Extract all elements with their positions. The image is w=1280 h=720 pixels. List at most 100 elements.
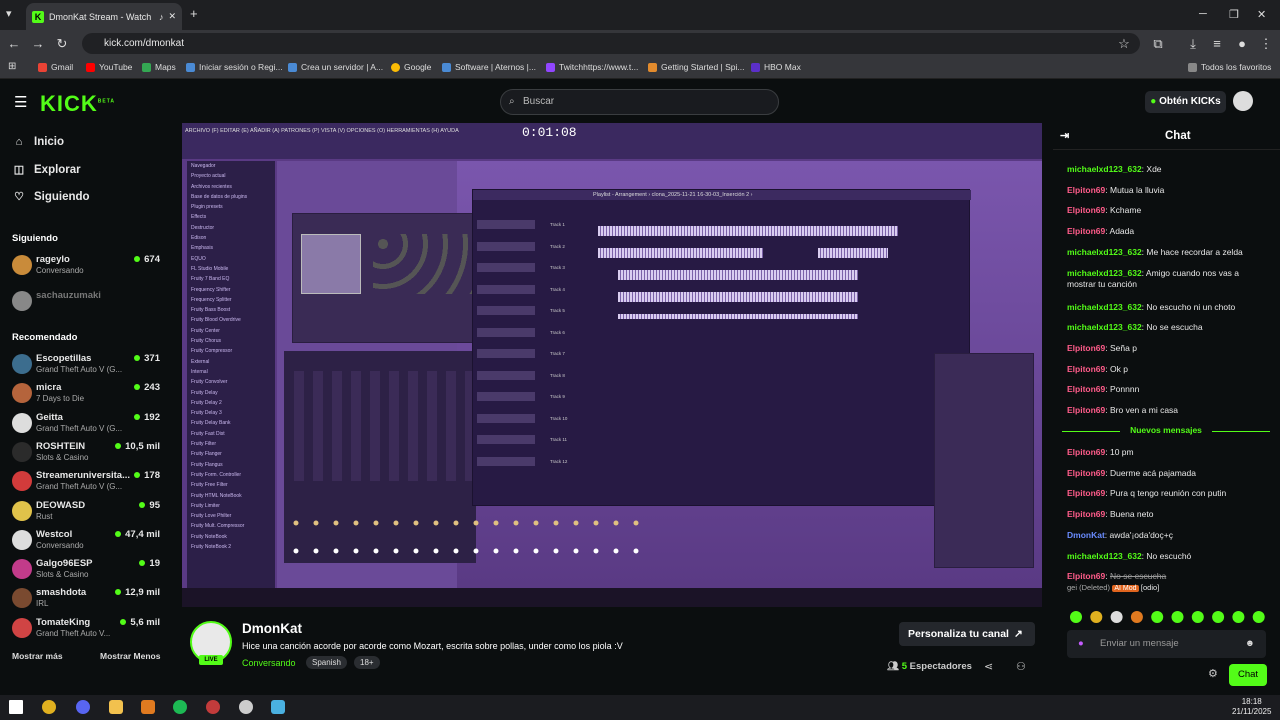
bookmark-hbo[interactable]: HBO Max xyxy=(751,62,801,72)
download-icon[interactable]: ⤓ xyxy=(1181,36,1205,52)
chat-username[interactable]: Elpiton69 xyxy=(1067,364,1105,374)
obs-icon[interactable] xyxy=(206,700,220,714)
step-dot xyxy=(433,520,439,526)
get-kicks-button[interactable]: ● Obtén KICKs xyxy=(1145,91,1226,113)
kick-logo[interactable]: KICKBETA xyxy=(40,91,115,117)
chat-username[interactable]: michaelxd123_632 xyxy=(1067,551,1142,561)
spotify-icon[interactable] xyxy=(173,700,187,714)
nav-explorar[interactable]: ◫ Explorar xyxy=(12,163,81,177)
mic-icon[interactable]: ● xyxy=(1078,630,1084,658)
channel-name[interactable]: DmonKat xyxy=(242,621,302,636)
bookmark-star-icon[interactable]: ☆ xyxy=(1112,36,1136,52)
chat-username[interactable]: michaelxd123_632 xyxy=(1067,247,1142,257)
recommended-channel[interactable]: TomateKing Grand Theft Auto V... 5,6 mil xyxy=(12,615,160,643)
chat-username[interactable]: Elpiton69 xyxy=(1067,509,1105,519)
bookmark-google[interactable]: Google xyxy=(391,62,431,72)
all-bookmarks[interactable]: Todos los favoritos xyxy=(1188,62,1271,72)
settings-gear-icon[interactable]: ⚙ xyxy=(1208,667,1218,680)
customize-channel-button[interactable]: Personaliza tu canal ↗ xyxy=(899,622,1035,646)
recommended-channel[interactable]: micra 7 Days to Die 243 xyxy=(12,380,160,408)
recommended-channel[interactable]: Escopetillas Grand Theft Auto V (G... 371 xyxy=(12,351,160,379)
new-messages-divider[interactable]: Nuevos mensajes xyxy=(1062,425,1270,437)
bookmark-aternos[interactable]: Software | Aternos |... xyxy=(442,62,536,72)
recommended-channel[interactable]: DEOWASD Rust 95 xyxy=(12,498,160,526)
recommended-channel[interactable]: Streameruniversita... Grand Theft Auto V … xyxy=(12,468,160,496)
bookmark-youtube[interactable]: YouTube xyxy=(86,62,132,72)
tag-mature[interactable]: 18+ xyxy=(354,656,380,669)
hamburger-menu-icon[interactable]: ☰ xyxy=(14,93,27,111)
collapse-chat-icon[interactable]: ⇥ xyxy=(1060,129,1069,142)
fl-studio-icon[interactable] xyxy=(141,700,155,714)
chat-username[interactable]: Elpiton69 xyxy=(1067,343,1105,353)
chat-username[interactable]: Elpiton69 xyxy=(1067,384,1105,394)
show-less-link[interactable]: Mostrar Menos xyxy=(100,651,160,661)
windows-start-icon[interactable] xyxy=(9,700,23,714)
file-explorer-icon[interactable] xyxy=(109,700,123,714)
url-bar[interactable]: kick.com/dmonkat xyxy=(82,33,1140,54)
chat-username[interactable]: Elpiton69 xyxy=(1067,405,1105,415)
recommended-channel[interactable]: ROSHTEIN Slots & Casino 10,5 mil xyxy=(12,439,160,467)
discord-icon[interactable] xyxy=(76,700,90,714)
bookmark-twitch[interactable]: Twitchhttps://www.t... xyxy=(546,62,638,72)
following-channel[interactable]: rageylo Conversando 674 xyxy=(12,252,160,280)
apps-grid-icon[interactable]: ⊞ xyxy=(8,61,16,72)
minimize-icon[interactable]: ─ xyxy=(1199,8,1207,20)
back-icon[interactable]: ← xyxy=(2,36,26,51)
reload-icon[interactable]: ↻ xyxy=(50,36,74,52)
tab-list-icon[interactable]: ▾ xyxy=(6,7,12,20)
home-icon: ⌂ xyxy=(15,136,23,148)
recommended-channel[interactable]: Galgo96ESP Slots & Casino 19 xyxy=(12,556,160,584)
following-channel[interactable]: sachauzumaki xyxy=(12,288,160,316)
media-icon[interactable]: ≡ xyxy=(1205,36,1229,51)
app-icon[interactable] xyxy=(271,700,285,714)
bookmark-gmail[interactable]: Gmail xyxy=(38,62,73,72)
close-window-icon[interactable]: ✕ xyxy=(1257,8,1266,21)
stream-category[interactable]: Conversando xyxy=(242,658,296,668)
chat-username[interactable]: michaelxd123_632 xyxy=(1067,164,1142,174)
nav-inicio[interactable]: ⌂ Inicio xyxy=(12,136,64,148)
chat-input[interactable]: ● Enviar un mensaje ☻ xyxy=(1067,630,1266,658)
recommended-channel[interactable]: Westcol Conversando 47,4 mil xyxy=(12,527,160,555)
user-avatar[interactable] xyxy=(1233,91,1253,111)
extensions-icon[interactable]: ⧉ xyxy=(1146,36,1170,52)
chat-username[interactable]: Elpiton69 xyxy=(1067,205,1105,215)
add-user-icon[interactable]: ⚇ xyxy=(1016,660,1026,673)
search-input[interactable]: ⌕ Buscar xyxy=(500,89,779,115)
step-dot xyxy=(533,520,539,526)
tag-language[interactable]: Spanish xyxy=(306,656,347,669)
chat-username[interactable]: DmonKat xyxy=(1067,530,1105,540)
settings-icon[interactable] xyxy=(239,700,253,714)
tab-audio-icon[interactable]: ♪ xyxy=(159,12,164,22)
bookmark-server[interactable]: Crea un servidor | A... xyxy=(288,62,383,72)
chat-username[interactable]: Elpiton69 xyxy=(1067,185,1105,195)
chat-username[interactable]: michaelxd123_632 xyxy=(1067,302,1142,312)
tab-close-icon[interactable]: ✕ xyxy=(168,11,176,22)
emote-bar[interactable] xyxy=(1068,610,1268,624)
profile-icon[interactable]: ● xyxy=(1230,36,1254,51)
chat-username[interactable]: michaelxd123_632 xyxy=(1067,322,1142,332)
chat-username[interactable]: Elpiton69 xyxy=(1067,447,1105,457)
bookmark-spigot[interactable]: Getting Started | Spi... xyxy=(648,62,744,72)
chat-username[interactable]: Elpiton69 xyxy=(1067,488,1105,498)
nav-siguiendo[interactable]: ♡ Siguiendo xyxy=(12,190,90,204)
emoji-icon[interactable]: ☻ xyxy=(1245,630,1255,658)
browser-tab[interactable]: K DmonKat Stream - Watch L ♪ ✕ xyxy=(26,3,182,30)
show-more-link[interactable]: Mostrar más xyxy=(12,651,63,661)
forward-icon[interactable]: → xyxy=(26,36,50,51)
recommended-channel[interactable]: smashdota IRL 12,9 mil xyxy=(12,585,160,613)
chrome-icon[interactable] xyxy=(42,700,56,714)
recommended-channel[interactable]: Geitta Grand Theft Auto V (G... 192 xyxy=(12,410,160,438)
menu-dots-icon[interactable]: ⋮ xyxy=(1254,36,1278,52)
send-chat-button[interactable]: Chat xyxy=(1229,664,1267,686)
emote-icon xyxy=(1151,611,1164,623)
bookmark-login[interactable]: Iniciar sesión o Regi... xyxy=(186,62,283,72)
video-player[interactable]: ARCHIVO (F) EDITAR (E) AÑADIR (A) PATRON… xyxy=(182,123,1042,607)
chat-username[interactable]: Elpiton69 xyxy=(1067,468,1105,478)
chat-username[interactable]: michaelxd123_632 xyxy=(1067,268,1142,278)
share-icon[interactable]: ⋖ xyxy=(984,660,993,673)
chat-message: michaelxd123_632: No escuchó xyxy=(1067,551,1267,562)
new-tab-icon[interactable]: + xyxy=(190,6,198,21)
bookmark-maps[interactable]: Maps xyxy=(142,62,176,72)
chat-username[interactable]: Elpiton69 xyxy=(1067,226,1105,236)
maximize-icon[interactable]: ❐ xyxy=(1229,8,1239,21)
